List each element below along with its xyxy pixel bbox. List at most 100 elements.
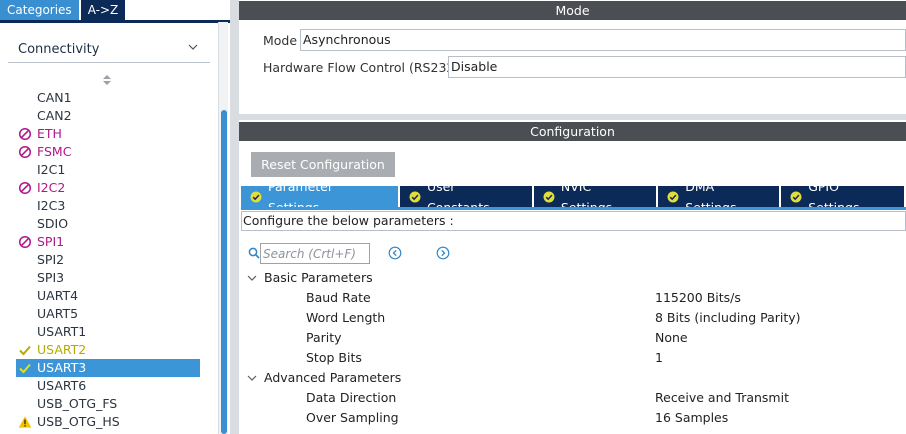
disabled-icon: [18, 181, 32, 195]
settings-tab[interactable]: NVIC Settings: [533, 179, 657, 215]
peripheral-item[interactable]: I2C1: [16, 161, 200, 179]
settings-tabs: Parameter SettingsUser ConstantsNVIC Set…: [241, 179, 906, 215]
parameter-value[interactable]: 8 Bits (including Parity): [655, 308, 801, 328]
search-input[interactable]: [260, 243, 370, 264]
peripheral-item[interactable]: SDIO: [16, 215, 200, 233]
reset-configuration-button[interactable]: Reset Configuration: [251, 152, 395, 177]
peripheral-label: I2C3: [37, 198, 66, 213]
peripheral-label: USB_OTG_HS: [37, 414, 120, 429]
disabled-icon: [18, 235, 32, 249]
peripheral-item[interactable]: UART5: [16, 305, 200, 323]
scrollbar[interactable]: [218, 22, 228, 434]
hwfc-select[interactable]: Disable: [448, 56, 906, 78]
peripheral-list: CAN1 CAN2 ETH FSMC I2C1 I2C2 I2C3 SDIO SPI1 SPI2 S…: [16, 89, 200, 431]
app-window: Categories A->Z Connectivity CAN1 CAN2 ETH…: [0, 0, 906, 434]
peripheral-item[interactable]: SPI3: [16, 269, 200, 287]
settings-tab[interactable]: GPIO Settings: [781, 179, 904, 215]
peripheral-item[interactable]: CAN2: [16, 107, 200, 125]
parameter-row[interactable]: Data Direction Receive and Transmit: [239, 388, 906, 408]
group-label: Advanced Parameters: [264, 370, 402, 385]
peripheral-item[interactable]: UART4: [16, 287, 200, 305]
scrollbar-thumb[interactable]: [221, 110, 227, 434]
settings-tab[interactable]: User Constants: [399, 179, 532, 215]
checkmark-icon: [19, 363, 31, 374]
search-icon: [248, 247, 260, 259]
check-circle-icon: [250, 191, 262, 202]
configure-hint: Configure the below parameters :: [241, 211, 906, 231]
peripheral-item[interactable]: USART3: [16, 359, 200, 377]
peripheral-label: I2C2: [37, 180, 66, 195]
peripheral-label: CAN1: [37, 90, 72, 105]
check-circle-icon: [409, 191, 421, 202]
peripheral-label: USB_OTG_FS: [37, 396, 118, 411]
peripheral-label: SPI2: [37, 252, 65, 267]
parameter-name: Word Length: [306, 310, 386, 325]
check-circle-icon: [790, 191, 802, 202]
parameter-value[interactable]: Receive and Transmit: [655, 388, 789, 408]
parameter-row[interactable]: Baud Rate 115200 Bits/s: [239, 288, 906, 308]
previous-match-icon[interactable]: [388, 246, 402, 260]
peripheral-item[interactable]: I2C2: [16, 179, 200, 197]
mode-label: Mode: [263, 32, 298, 48]
parameter-value[interactable]: 115200 Bits/s: [655, 288, 741, 308]
parameter-row[interactable]: Parity None: [239, 328, 906, 348]
peripheral-label: USART6: [37, 378, 87, 393]
hwfc-row: Hardware Flow Control (RS232) Disable: [263, 56, 906, 78]
peripheral-item[interactable]: ETH: [16, 125, 200, 143]
settings-tab[interactable]: Parameter Settings: [241, 179, 398, 215]
parameter-row[interactable]: Stop Bits 1: [239, 348, 906, 368]
warning-icon: [18, 416, 32, 428]
peripheral-label: SPI1: [37, 234, 65, 249]
peripheral-item[interactable]: SPI2: [16, 251, 200, 269]
parameter-value[interactable]: 1: [655, 348, 663, 368]
peripheral-item[interactable]: USART1: [16, 323, 200, 341]
checkmark-icon: [19, 345, 31, 356]
peripheral-item[interactable]: CAN1: [16, 89, 200, 107]
peripheral-item[interactable]: USART6: [16, 377, 200, 395]
hwfc-label: Hardware Flow Control (RS232): [263, 59, 460, 75]
peripheral-label: UART5: [37, 306, 79, 321]
settings-tab[interactable]: DMA Settings: [658, 179, 780, 215]
peripheral-item[interactable]: USART2: [16, 341, 200, 359]
peripheral-label: UART4: [37, 288, 79, 303]
config-panel: Mode Mode Asynchronous Hardware Flow Con…: [239, 0, 906, 434]
check-circle-icon: [543, 191, 555, 202]
peripheral-label: SPI3: [37, 270, 65, 285]
peripheral-item[interactable]: SPI1: [16, 233, 200, 251]
peripheral-label: CAN2: [37, 108, 72, 123]
peripheral-item[interactable]: FSMC: [16, 143, 200, 161]
peripheral-item[interactable]: USB_OTG_FS: [16, 395, 200, 413]
parameter-name: Stop Bits: [306, 350, 362, 365]
peripheral-label: USART3: [37, 360, 87, 375]
section-divider[interactable]: [239, 114, 906, 120]
peripheral-label: USART1: [37, 324, 87, 339]
mode-select[interactable]: Asynchronous: [300, 29, 906, 51]
configuration-header: Configuration: [239, 122, 906, 141]
parameter-row[interactable]: Over Sampling 16 Samples: [239, 408, 906, 428]
sort-icon[interactable]: [102, 73, 112, 87]
parameter-name: Data Direction: [306, 390, 397, 405]
parameter-row[interactable]: Word Length 8 Bits (including Parity): [239, 308, 906, 328]
panel-splitter[interactable]: [230, 0, 239, 434]
parameter-value[interactable]: 16 Samples: [655, 408, 728, 428]
peripheral-item[interactable]: USB_OTG_HS: [16, 413, 200, 431]
mode-row: Mode Asynchronous: [263, 29, 906, 51]
parameter-name: Baud Rate: [306, 290, 371, 305]
peripheral-item[interactable]: I2C3: [16, 197, 200, 215]
disabled-icon: [18, 145, 32, 159]
chevron-down-icon: [188, 44, 198, 50]
parameter-value[interactable]: None: [655, 328, 688, 348]
tab-categories[interactable]: Categories: [0, 0, 79, 20]
next-match-icon[interactable]: [436, 246, 450, 260]
group-label: Basic Parameters: [264, 270, 373, 285]
category-dropdown[interactable]: Connectivity: [8, 36, 210, 63]
parameter-name: Parity: [306, 330, 342, 345]
chevron-down-icon: [247, 275, 257, 281]
peripheral-label: ETH: [37, 126, 62, 141]
check-circle-icon: [667, 191, 679, 202]
tab-underline: [0, 20, 230, 23]
mode-header: Mode: [239, 1, 906, 20]
peripheral-label: SDIO: [37, 216, 69, 231]
parameter-name: Over Sampling: [306, 410, 399, 425]
tab-a-to-z[interactable]: A->Z: [80, 0, 126, 20]
